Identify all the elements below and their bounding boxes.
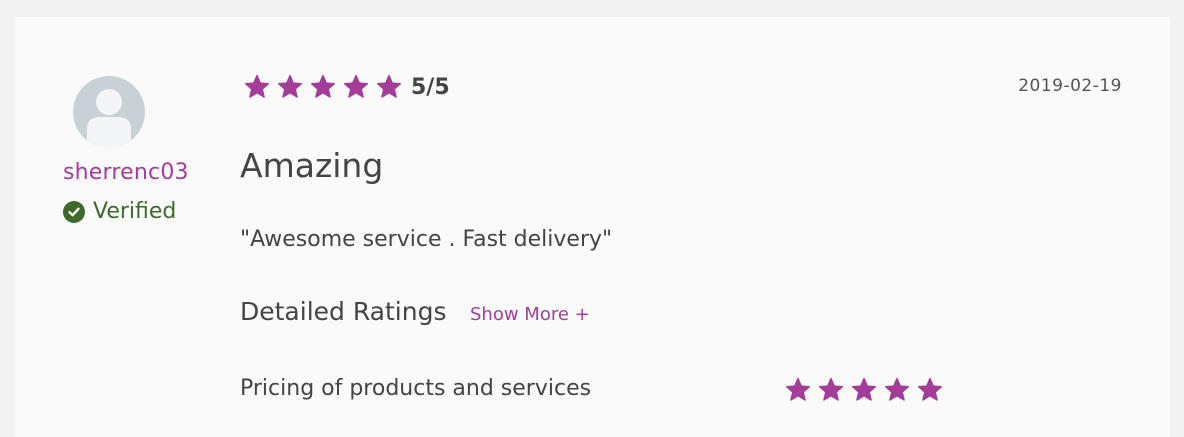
- review-body: "Awesome service . Fast delivery": [240, 227, 613, 252]
- star-rating: [242, 73, 407, 101]
- star-icon: [882, 376, 912, 404]
- star-icon: [849, 376, 879, 404]
- star-icon: [915, 376, 945, 404]
- reviewer-username[interactable]: sherrenc03: [63, 160, 189, 185]
- review-card: sherrenc03 Verified 5/5 2019-02-19 Amazi…: [15, 17, 1170, 437]
- review-date: 2019-02-19: [1018, 76, 1122, 96]
- user-placeholder-icon: [87, 89, 131, 148]
- star-icon: [374, 73, 404, 101]
- star-icon: [816, 376, 846, 404]
- verified-badge: Verified: [63, 199, 176, 224]
- verified-label: Verified: [93, 199, 177, 224]
- star-icon: [275, 73, 305, 101]
- review-title: Amazing: [240, 146, 384, 185]
- detailed-rating-stars: [783, 376, 948, 404]
- detailed-ratings-heading: Detailed Ratings: [240, 297, 447, 326]
- star-icon: [341, 73, 371, 101]
- detailed-rating-label: Pricing of products and services: [240, 376, 592, 401]
- star-icon: [242, 73, 272, 101]
- show-more-link[interactable]: Show More +: [470, 304, 590, 325]
- avatar: [73, 76, 145, 148]
- star-icon: [783, 376, 813, 404]
- star-icon: [308, 73, 338, 101]
- overall-rating: 5/5: [242, 73, 450, 101]
- rating-score: 5/5: [411, 74, 450, 100]
- check-circle-icon: [63, 200, 85, 223]
